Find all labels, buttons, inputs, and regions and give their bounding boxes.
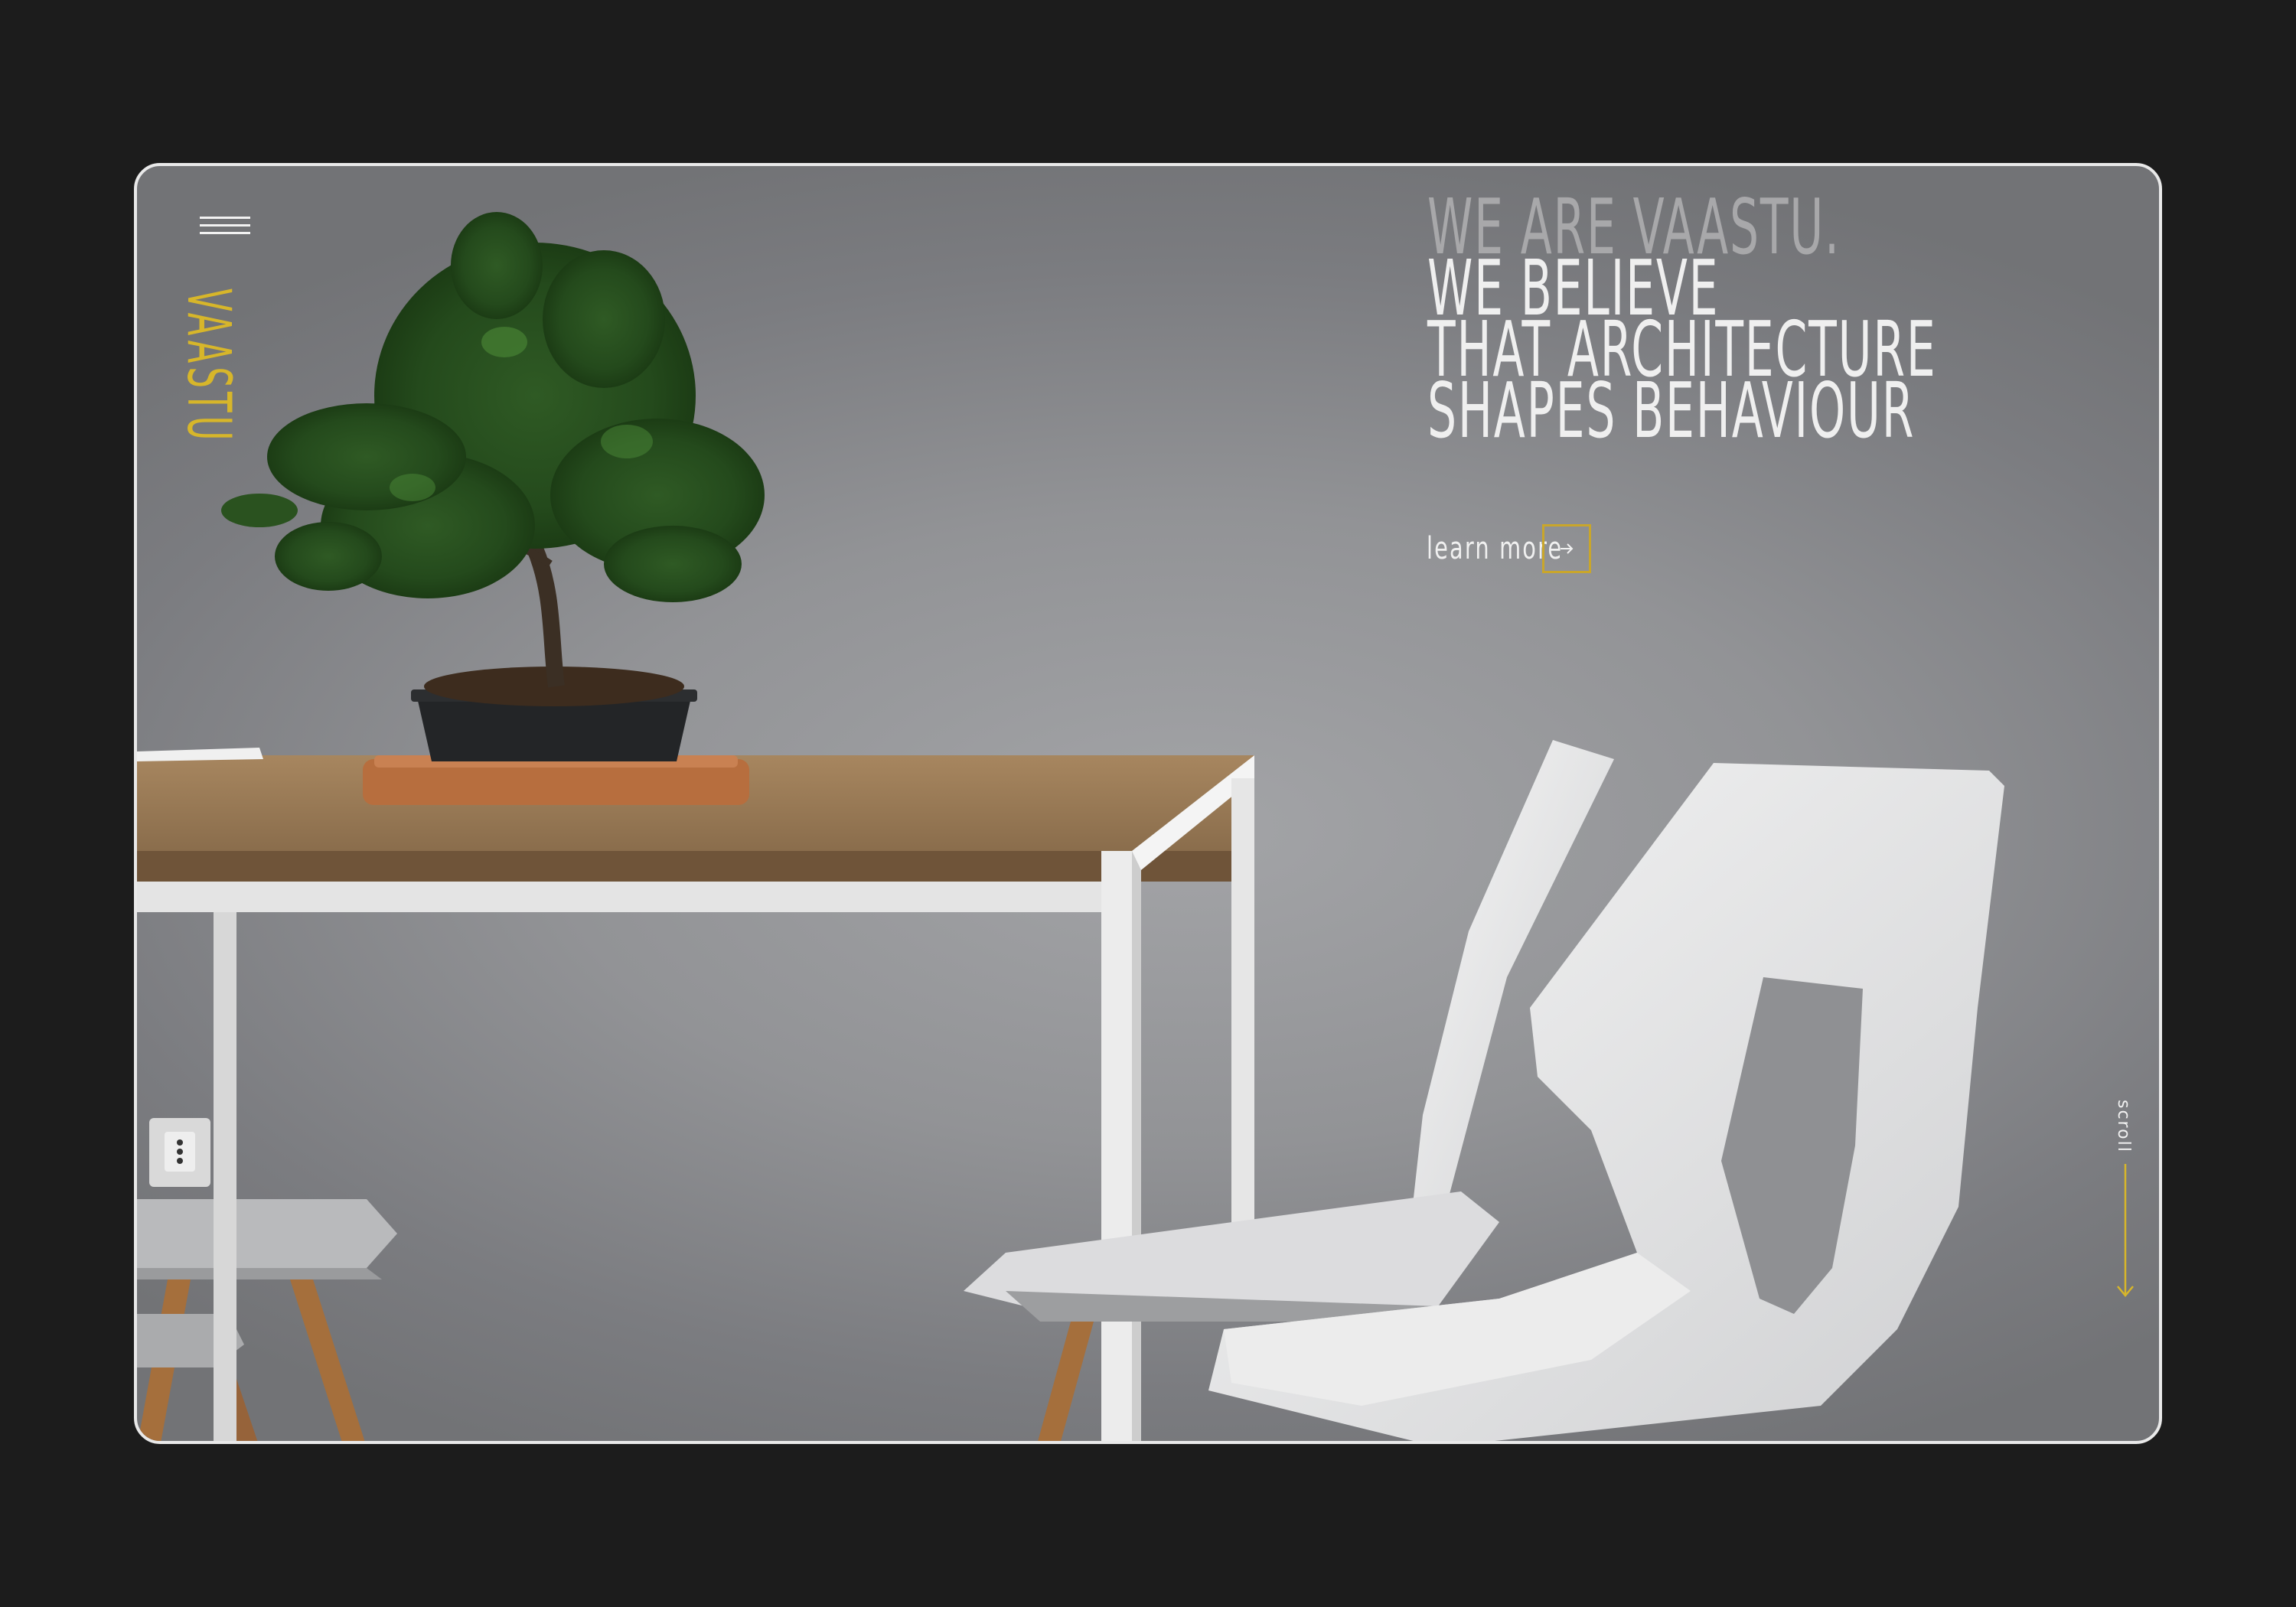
hero-headline: WE ARE VAASTU. WE BELIEVE THAT ARCHITECT…: [1427, 189, 1936, 455]
front-chair: [1208, 763, 2004, 1441]
menu-line: [200, 224, 250, 227]
hamburger-menu-icon[interactable]: [200, 214, 250, 240]
learn-more-label: learn more: [1427, 531, 1564, 566]
arrow-right-icon: [1542, 524, 1591, 573]
menu-line: [200, 232, 250, 234]
wall-socket: [149, 1118, 210, 1187]
scroll-indicator[interactable]: scroll: [2110, 1100, 2141, 1299]
arrow-down-icon: [2117, 1164, 2134, 1297]
left-stools: [137, 1199, 397, 1441]
learn-more-button[interactable]: learn more: [1427, 524, 1591, 573]
headline-line-3: SHAPES BEHAVIOUR: [1427, 366, 1916, 455]
bonsai: [221, 212, 765, 805]
scroll-label: scroll: [2114, 1100, 2133, 1153]
brand-logo[interactable]: VAASTU: [174, 288, 243, 444]
hero-frame: VAASTU WE ARE VAASTU. WE BELIEVE THAT AR…: [134, 163, 2162, 1444]
menu-line: [200, 217, 250, 219]
